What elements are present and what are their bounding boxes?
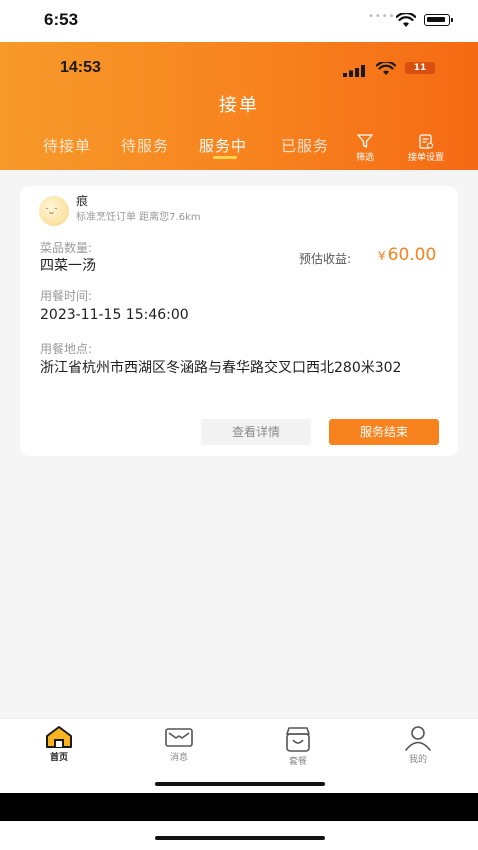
order-meta: 标准烹饪订单 距离您7.6km <box>76 212 201 223</box>
tabbar-item-profile[interactable]: 我的 <box>388 725 448 765</box>
currency-symbol: ¥ <box>378 249 386 263</box>
meal-location-label: 用餐地点: <box>40 342 93 356</box>
tabbar-label-home: 首页 <box>49 753 68 763</box>
income-label: 预估收益: <box>299 252 352 266</box>
signal-dots-icon: •••• <box>368 11 396 22</box>
screen-divider <box>0 793 478 821</box>
home-icon <box>46 726 72 748</box>
order-settings-label: 接单设置 <box>408 153 445 163</box>
outer-status-bar: 6:53 •••• <box>0 0 478 42</box>
tabbar-label-messages: 消息 <box>169 753 188 763</box>
inner-home-indicator[interactable] <box>155 782 325 786</box>
meal-location-value: 浙江省杭州市西湖区冬涵路与春华路交叉口西北280米302 <box>40 360 402 376</box>
tab-in-service[interactable]: 服务中 <box>199 135 247 156</box>
order-settings-icon <box>419 134 434 149</box>
dish-count-value: 四菜一汤 <box>40 258 96 274</box>
filter-icon <box>357 134 373 148</box>
battery-icon <box>424 14 450 26</box>
view-details-button[interactable]: 查看详情 <box>201 419 311 445</box>
finish-service-button[interactable]: 服务结束 <box>329 419 439 445</box>
message-icon <box>165 728 193 747</box>
battery-tip <box>451 18 453 22</box>
avatar-face-icon: ˘ᴗ˘ <box>45 207 58 216</box>
wifi-icon <box>395 11 417 32</box>
tab-served[interactable]: 已服务 <box>281 135 329 156</box>
dish-count-label: 菜品数量: <box>40 241 93 255</box>
inner-clock: 14:53 <box>60 59 101 76</box>
package-icon <box>286 727 310 752</box>
tab-pending-accept[interactable]: 待接单 <box>43 135 91 156</box>
outer-clock: 6:53 <box>44 10 79 29</box>
order-settings-button[interactable]: 接单设置 <box>408 134 444 163</box>
avatar: ˘ᴗ˘ <box>39 196 69 226</box>
order-card: ˘ᴗ˘ 痕 标准烹饪订单 距离您7.6km 菜品数量: 四菜一汤 预估收益: ¥… <box>20 186 458 456</box>
meal-time-value: 2023-11-15 15:46:00 <box>40 307 189 323</box>
inner-battery-icon: 11 <box>405 62 435 74</box>
tabbar-label-profile: 我的 <box>408 755 427 765</box>
filter-button[interactable]: 筛选 <box>356 134 374 163</box>
tabbar-item-home[interactable]: 首页 <box>29 725 89 763</box>
profile-icon <box>405 726 431 751</box>
meal-time-label: 用餐时间: <box>40 289 93 303</box>
active-tab-indicator <box>213 156 237 159</box>
outer-home-indicator[interactable] <box>155 836 325 840</box>
tab-pending-service[interactable]: 待服务 <box>121 135 169 156</box>
cellular-signal-icon <box>343 62 367 81</box>
cook-name: 痕 <box>76 194 89 208</box>
tabbar-item-messages[interactable]: 消息 <box>149 725 209 763</box>
filter-label: 筛选 <box>356 153 375 163</box>
income-amount: 60.00 <box>387 245 437 265</box>
tabbar-label-packages: 套餐 <box>288 757 307 767</box>
app-header: 14:53 11 接单 待接单 待服务 服务中 已服务 筛选 接单设置 <box>0 42 478 170</box>
page-title: 接单 <box>219 95 259 116</box>
tabbar-item-packages[interactable]: 套餐 <box>268 725 328 767</box>
income-value: ¥60.00 <box>378 245 436 265</box>
inner-wifi-icon <box>375 60 397 80</box>
